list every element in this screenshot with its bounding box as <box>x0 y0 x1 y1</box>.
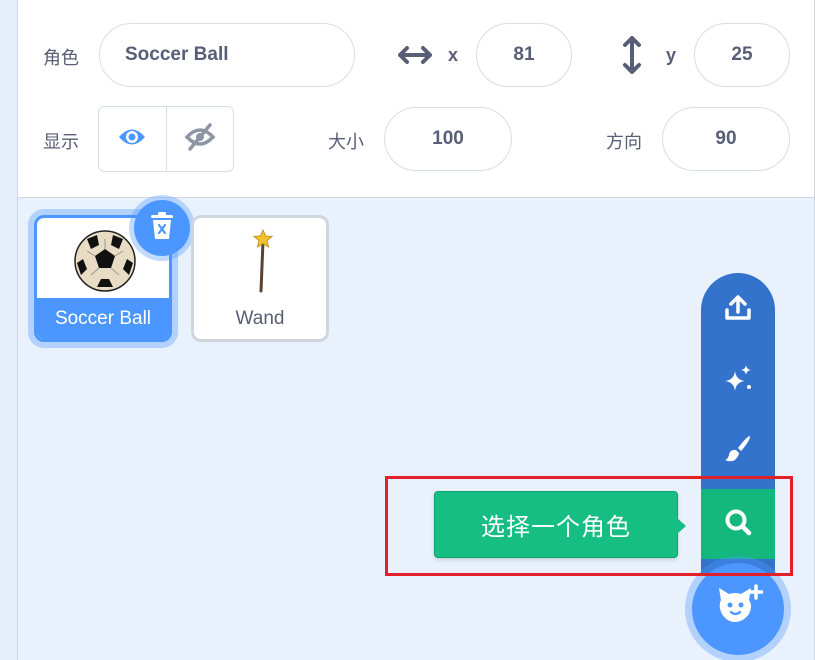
eye-slash-icon <box>184 122 216 156</box>
upload-sprite-button[interactable] <box>701 275 775 345</box>
horizontal-arrows-icon <box>398 44 432 71</box>
eye-icon <box>117 126 147 153</box>
paint-icon <box>723 433 753 468</box>
direction-label: 方向 <box>606 132 642 153</box>
soccer-ball-thumbnail <box>73 229 137 298</box>
sprite-tile-label: Wand <box>235 307 285 329</box>
y-label: y <box>666 45 677 65</box>
visibility-toggle <box>98 106 234 172</box>
highlight-box <box>385 476 793 576</box>
delete-sprite-button[interactable] <box>134 200 190 256</box>
x-input[interactable]: 81 <box>476 23 572 87</box>
trash-icon <box>149 211 175 246</box>
wand-thumbnail <box>249 228 274 298</box>
add-sprite-button[interactable] <box>692 563 784 655</box>
sprite-name-label: 角色 <box>43 48 79 69</box>
surprise-icon <box>723 363 753 398</box>
sprite-name-input[interactable]: Soccer Ball <box>99 23 355 87</box>
size-label: 大小 <box>328 132 364 153</box>
upload-icon <box>723 293 753 328</box>
sprite-tile-label: Soccer Ball <box>37 298 169 339</box>
paint-button[interactable] <box>701 415 775 485</box>
y-input[interactable]: 25 <box>694 23 790 87</box>
sprite-tile-wand[interactable]: Wand <box>191 215 329 342</box>
size-input[interactable]: 100 <box>384 107 512 171</box>
vertical-arrows-icon <box>621 36 643 79</box>
surprise-button[interactable] <box>701 345 775 415</box>
direction-input[interactable]: 90 <box>662 107 790 171</box>
show-label: 显示 <box>43 132 79 153</box>
cat-add-icon <box>713 583 764 635</box>
hide-button[interactable] <box>167 107 234 171</box>
show-button[interactable] <box>99 107 167 171</box>
x-label: x <box>448 45 459 65</box>
